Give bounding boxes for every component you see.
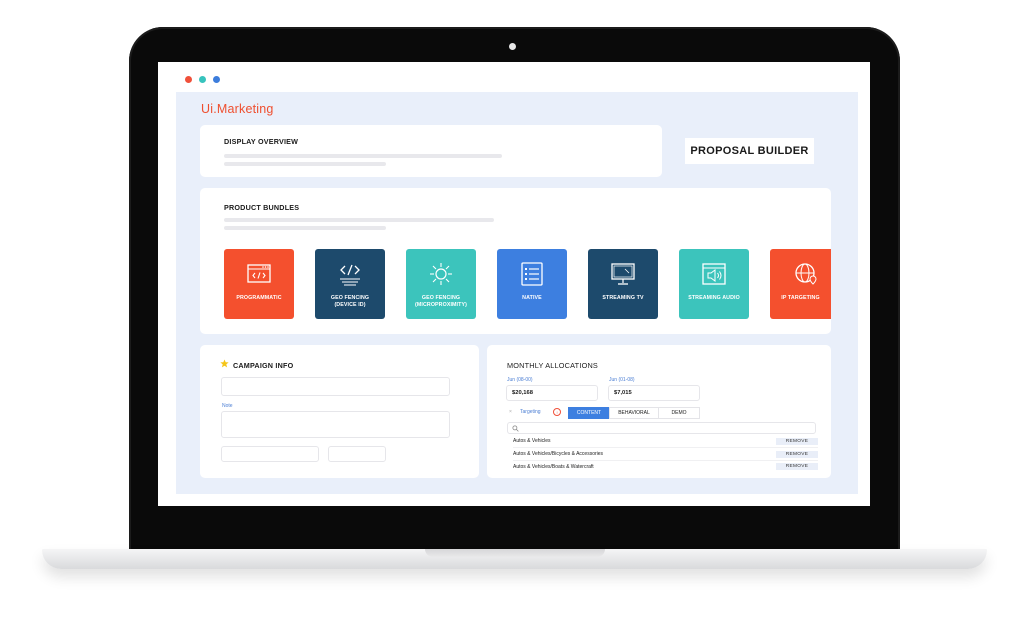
- collapse-icon[interactable]: ×: [509, 409, 512, 415]
- bundle-label: NATIVE: [522, 295, 542, 301]
- tab-behavioral[interactable]: BEHAVIORAL: [609, 407, 659, 419]
- tab-content[interactable]: CONTENT: [568, 407, 610, 419]
- placeholder-line: [224, 162, 386, 166]
- bundle-streaming-audio[interactable]: STREAMING AUDIO: [679, 249, 749, 319]
- bundle-ip-targeting[interactable]: IP TARGETING: [770, 249, 831, 319]
- month-allocation-input[interactable]: $20,168: [506, 385, 598, 401]
- display-overview-title: DISPLAY OVERVIEW: [224, 137, 299, 146]
- laptop-notch: [425, 549, 605, 557]
- window-close-button[interactable]: [185, 76, 192, 83]
- star-icon: [220, 359, 229, 368]
- campaign-info-card: CAMPAIGN INFO Note: [200, 345, 479, 478]
- globe-pin-icon: [795, 263, 817, 285]
- bundle-streaming-tv[interactable]: STREAMING TV: [588, 249, 658, 319]
- bundle-label: GEO FENCING (DEVICE ID): [330, 295, 370, 308]
- list-document-icon: [521, 262, 543, 286]
- sun-burst-icon: [430, 263, 452, 285]
- brand-logo[interactable]: Ui.Marketing: [201, 102, 274, 116]
- targeting-search-input[interactable]: [507, 422, 816, 434]
- bundle-label: GEO FENCING (MICROPROXIMITY): [415, 295, 467, 308]
- display-overview-card: DISPLAY OVERVIEW: [200, 125, 662, 177]
- remove-button[interactable]: REMOVE: [776, 451, 818, 458]
- info-icon[interactable]: !: [553, 408, 561, 416]
- month-allocation-input[interactable]: $7,015: [608, 385, 700, 401]
- targeting-row-label: Autos & Vehicles/Bicycles & Accessories: [513, 451, 604, 457]
- targeting-label: Targeting: [520, 409, 541, 415]
- month-label: Jun (08-00): [507, 377, 533, 383]
- screen: Ui.Marketing DISPLAY OVERVIEW PROPOSAL B…: [158, 62, 870, 506]
- remove-button[interactable]: REMOVE: [776, 438, 818, 445]
- product-bundles-title: PRODUCT BUNDLES: [224, 203, 300, 212]
- month-label: Jun (01-08): [609, 377, 635, 383]
- camera-dot: [509, 43, 516, 50]
- code-brackets-icon: [340, 264, 360, 286]
- month-value: $20,168: [512, 390, 533, 396]
- tv-icon: [611, 263, 635, 285]
- targeting-row-label: Autos & Vehicles/Boats & Watercraft: [513, 464, 594, 470]
- window-maximize-button[interactable]: [213, 76, 220, 83]
- placeholder-line: [224, 154, 502, 158]
- month-value: $7,015: [614, 390, 632, 396]
- row-divider: [513, 447, 818, 448]
- bundle-programmatic[interactable]: PROGRAMMATIC: [224, 249, 294, 319]
- app-canvas: Ui.Marketing DISPLAY OVERVIEW PROPOSAL B…: [176, 92, 858, 494]
- bundle-label: PROGRAMMATIC: [236, 295, 282, 301]
- bundle-geo-fencing-device-id[interactable]: GEO FENCING (DEVICE ID): [315, 249, 385, 319]
- monthly-allocations-card: MONTHLY ALLOCATIONS Jun (08-00) $20,168 …: [487, 345, 831, 478]
- placeholder-line: [224, 226, 386, 230]
- bundle-label: STREAMING TV: [602, 295, 644, 301]
- code-window-icon: [247, 264, 271, 283]
- targeting-row-label: Autos & Vehicles: [513, 438, 551, 444]
- bundle-label: IP TARGETING: [781, 295, 820, 301]
- start-date-input[interactable]: [221, 446, 319, 462]
- placeholder-line: [224, 218, 494, 222]
- bundle-label: STREAMING AUDIO: [688, 295, 740, 301]
- search-icon: [512, 424, 519, 432]
- window-minimize-button[interactable]: [199, 76, 206, 83]
- campaign-info-title: CAMPAIGN INFO: [233, 361, 294, 370]
- campaign-name-input[interactable]: [221, 377, 450, 396]
- note-textarea[interactable]: [221, 411, 450, 438]
- bundle-geo-fencing-microproximity[interactable]: GEO FENCING (MICROPROXIMITY): [406, 249, 476, 319]
- proposal-builder-button[interactable]: PROPOSAL BUILDER: [685, 138, 814, 164]
- speaker-window-icon: [702, 263, 726, 285]
- end-date-input[interactable]: [328, 446, 386, 462]
- remove-button[interactable]: REMOVE: [776, 463, 818, 470]
- tab-demo[interactable]: DEMO: [658, 407, 700, 419]
- monthly-allocations-title: MONTHLY ALLOCATIONS: [507, 361, 598, 370]
- bundle-native[interactable]: NATIVE: [497, 249, 567, 319]
- note-label: Note: [222, 403, 233, 409]
- row-divider: [513, 460, 818, 461]
